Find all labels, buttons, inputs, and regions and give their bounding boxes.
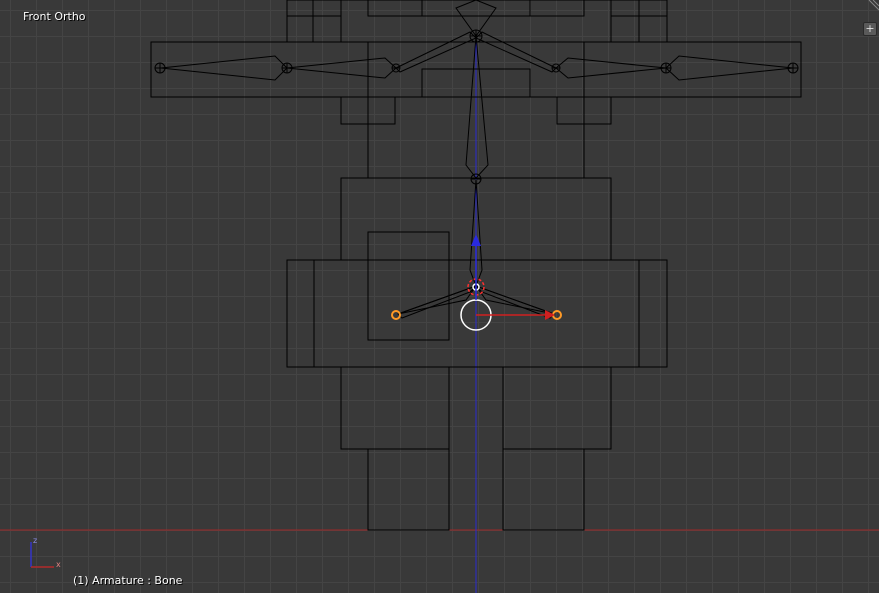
toolshelf-toggle-button[interactable]: + [863, 22, 877, 36]
axis-orientation-widget: z x [30, 536, 61, 569]
axis-z-label: z [33, 536, 37, 545]
3d-viewport[interactable]: Front Ortho + z x (1) Armature : Bone [0, 0, 879, 593]
area-split-handle[interactable] [865, 0, 879, 14]
object-status-label: (1) Armature : Bone [73, 574, 183, 587]
scene-wireframe[interactable] [0, 0, 879, 593]
view-name-label: Front Ortho [23, 10, 86, 23]
axis-x-label: x [56, 560, 61, 569]
transform-manipulator[interactable] [471, 234, 555, 320]
